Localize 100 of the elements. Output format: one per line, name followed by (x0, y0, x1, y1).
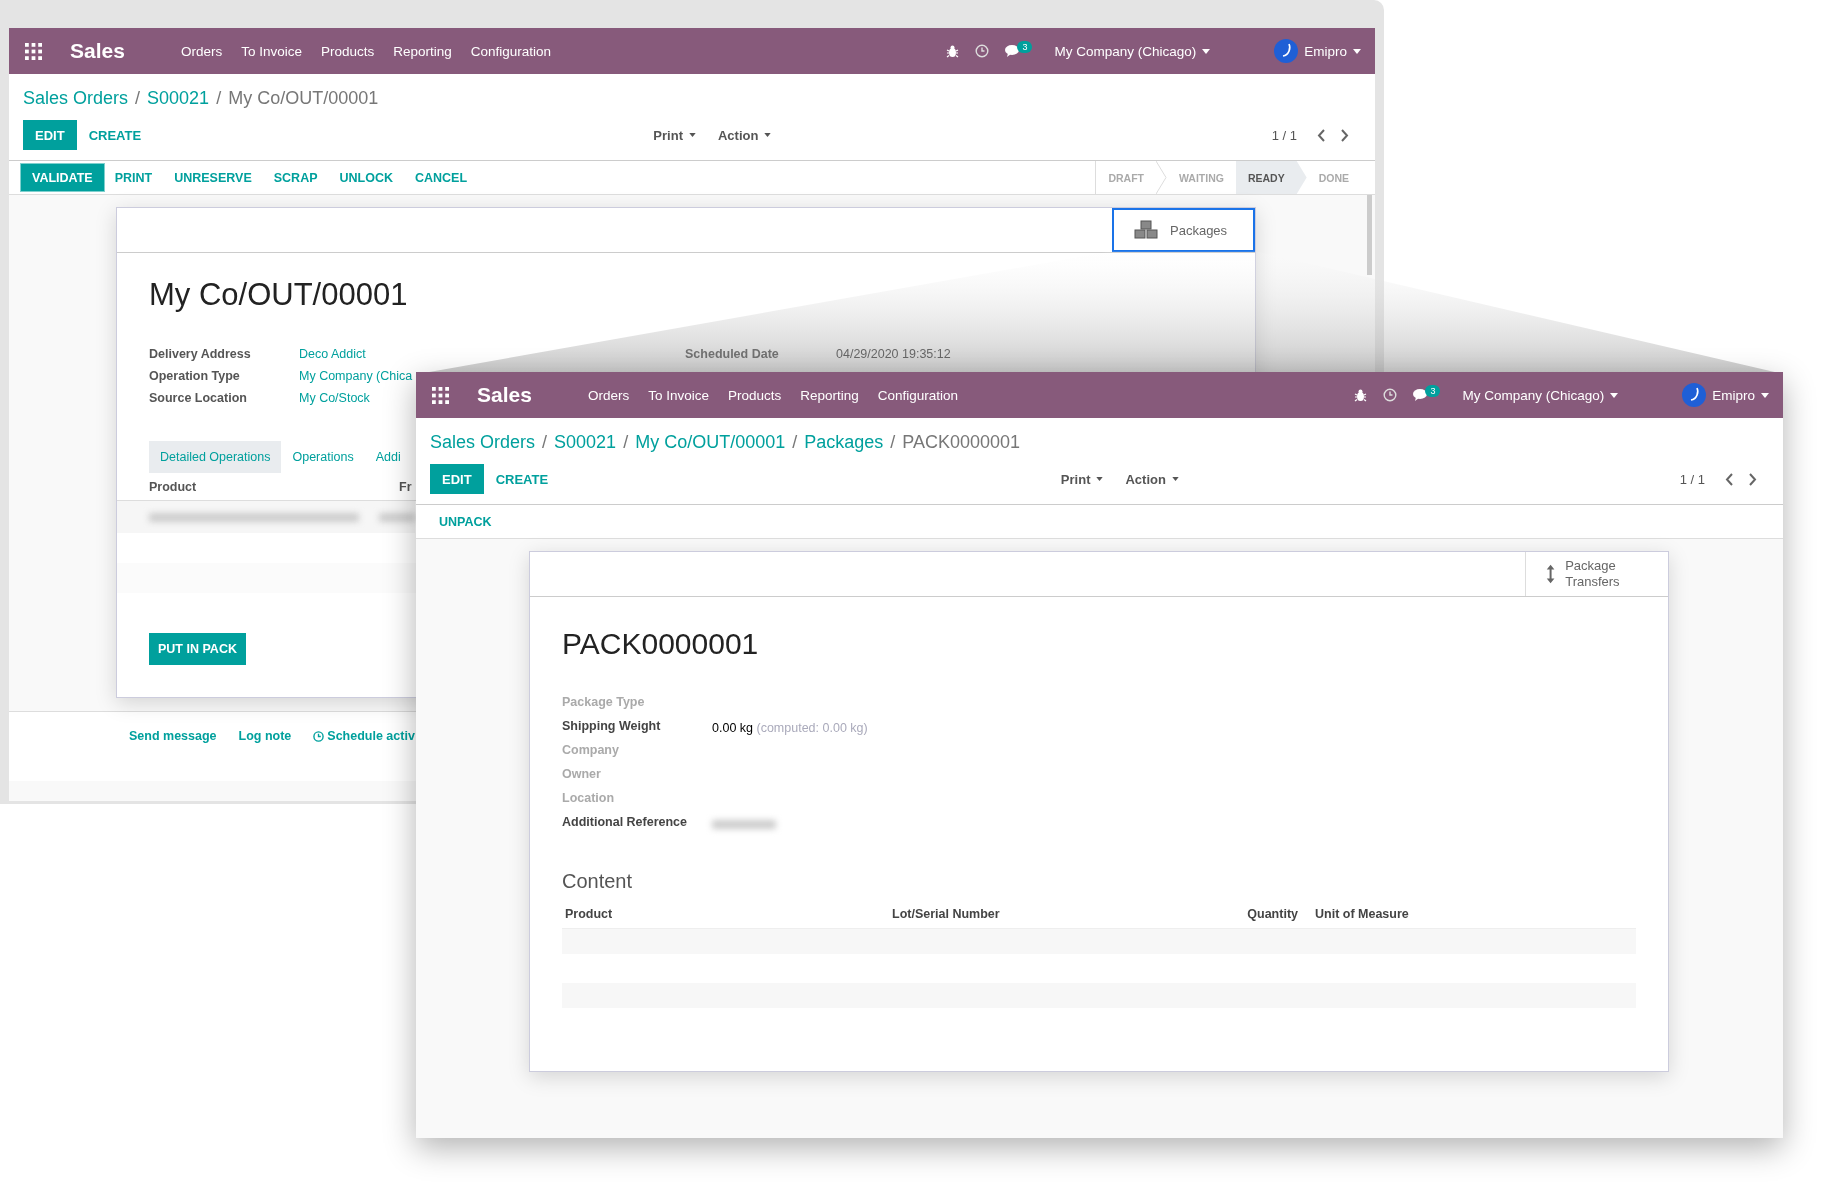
caret-icon[interactable] (1202, 48, 1211, 54)
action-button[interactable]: UNRESERVE (163, 164, 263, 191)
breadcrumb-link[interactable]: S00021 (554, 431, 617, 453)
field-value: 04/29/2020 19:35:12 (836, 347, 951, 361)
field-label: Delivery Address (149, 347, 251, 361)
app-name[interactable]: Sales (477, 383, 532, 407)
status-step[interactable]: DONE (1306, 161, 1361, 194)
caret-icon[interactable] (764, 133, 772, 137)
tab[interactable]: Addi (364, 441, 401, 473)
action-button[interactable]: SCRAP (262, 164, 329, 191)
breadcrumb-separator: / (216, 87, 222, 109)
status-step[interactable]: DRAFT (1096, 161, 1156, 194)
field-label: Owner (562, 767, 602, 783)
next-icon[interactable] (1748, 472, 1757, 486)
column-header: Lot/Serial Number (892, 907, 1000, 921)
toolbar-button[interactable]: EDIT (430, 464, 484, 494)
action-button[interactable]: UNPACK (428, 508, 503, 535)
dropdown-toggle[interactable]: Action (718, 127, 772, 143)
clock-icon (313, 730, 325, 742)
apps-menu-icon[interactable] (432, 386, 449, 404)
menu-item[interactable]: Products (320, 43, 375, 59)
scrollbar[interactable] (1367, 195, 1372, 275)
breadcrumb-link[interactable]: S00021 (147, 87, 210, 109)
toolbar-button[interactable]: EDIT (23, 120, 77, 150)
caret-icon[interactable] (1353, 48, 1361, 54)
breadcrumb-link[interactable]: My Co/OUT/00001 (635, 431, 786, 453)
field-link[interactable]: My Company (Chica (299, 369, 413, 383)
menu-item[interactable]: Configuration (470, 43, 552, 59)
column-header: Product (149, 480, 198, 494)
field-label: Company (562, 743, 620, 759)
bug-icon[interactable] (1354, 388, 1368, 402)
user-name[interactable]: Emipro (1712, 387, 1755, 403)
action-button[interactable]: UNLOCK (328, 164, 404, 191)
breadcrumb-link[interactable]: Packages (804, 431, 884, 453)
smart-button[interactable]: Packages (1112, 208, 1255, 252)
previous-icon[interactable] (1725, 472, 1734, 486)
toolbar-button[interactable]: CREATE (483, 464, 561, 494)
caret-icon[interactable] (1761, 392, 1769, 398)
next-icon[interactable] (1340, 128, 1349, 142)
company-switcher[interactable]: My Company (Chicago) (1462, 387, 1619, 403)
caret-icon[interactable] (689, 133, 696, 137)
tab[interactable]: Detailed Operations (149, 441, 282, 473)
record-title: My Co/OUT/00001 (149, 277, 409, 313)
status-step[interactable]: READY (1235, 161, 1307, 194)
menu-item[interactable]: To Invoice (648, 387, 709, 403)
chatter-link[interactable]: Schedule activ (313, 729, 415, 743)
breadcrumb-separator: / (623, 431, 629, 453)
breadcrumb-link[interactable]: Sales Orders (23, 87, 129, 109)
chatter-link[interactable]: Log note (238, 729, 292, 743)
app-name[interactable]: Sales (70, 39, 125, 63)
chatter-link[interactable]: Send message (129, 729, 217, 743)
status-step[interactable]: WAITING (1166, 161, 1236, 194)
previous-icon[interactable] (1317, 128, 1326, 142)
breadcrumb-current: PACK0000001 (902, 431, 1021, 453)
put-in-pack-button[interactable]: PUT IN PACK (149, 633, 246, 665)
company-switcher[interactable]: My Company (Chicago) (1054, 43, 1211, 59)
field-label: Scheduled Date (685, 347, 779, 361)
field-link[interactable]: My Co/Stock (299, 391, 370, 405)
field-label: Package Type (562, 695, 646, 711)
dropdown-toggle[interactable]: Action (1125, 471, 1179, 487)
avatar-icon[interactable] (1274, 39, 1299, 63)
field-link[interactable]: Deco Addict (299, 347, 366, 361)
menu-item[interactable]: Orders (180, 43, 223, 59)
field-label: Source Location (149, 391, 247, 405)
menu-item[interactable]: Orders (587, 387, 630, 403)
column-header: Product (565, 907, 613, 921)
menu-item[interactable]: Reporting (800, 387, 859, 403)
field-label: Shipping Weight (562, 719, 662, 735)
pager-counter: 1 / 1 (1271, 127, 1297, 143)
field-label: Location (562, 791, 616, 807)
caret-icon[interactable] (1096, 477, 1104, 481)
breadcrumb-separator: / (135, 87, 141, 109)
action-button[interactable]: CANCEL (403, 164, 479, 191)
dropdown-toggle[interactable]: Print (1060, 471, 1104, 487)
caret-icon[interactable] (1610, 392, 1619, 398)
dropdown-toggle[interactable]: Print (653, 127, 696, 143)
clock-icon[interactable] (1383, 388, 1398, 402)
action-button[interactable]: PRINT (103, 164, 164, 191)
menu-item[interactable]: Reporting (393, 43, 452, 59)
section-title: Content (562, 870, 634, 893)
field-label: Additional Reference (562, 815, 689, 831)
field-label: Operation Type (149, 369, 240, 383)
tab[interactable]: Operations (281, 441, 365, 473)
column-header: Unit of Measure (1315, 907, 1409, 921)
menu-item[interactable]: Configuration (877, 387, 959, 403)
user-name[interactable]: Emipro (1304, 43, 1347, 59)
menu-item[interactable]: Products (727, 387, 782, 403)
action-button[interactable]: VALIDATE (21, 164, 104, 191)
smart-button[interactable]: Package Transfers (1525, 552, 1668, 596)
bug-icon[interactable] (946, 44, 960, 58)
caret-icon[interactable] (1171, 477, 1179, 481)
breadcrumb-separator: / (542, 431, 548, 453)
apps-menu-icon[interactable] (25, 42, 42, 60)
avatar-icon[interactable] (1682, 383, 1707, 407)
breadcrumb-link[interactable]: Sales Orders (430, 431, 536, 453)
computed-note: (computed: 0.00 kg) (756, 720, 868, 735)
message-count-badge: 3 (1425, 385, 1441, 397)
menu-item[interactable]: To Invoice (241, 43, 302, 59)
clock-icon[interactable] (975, 44, 990, 58)
toolbar-button[interactable]: CREATE (76, 120, 154, 150)
